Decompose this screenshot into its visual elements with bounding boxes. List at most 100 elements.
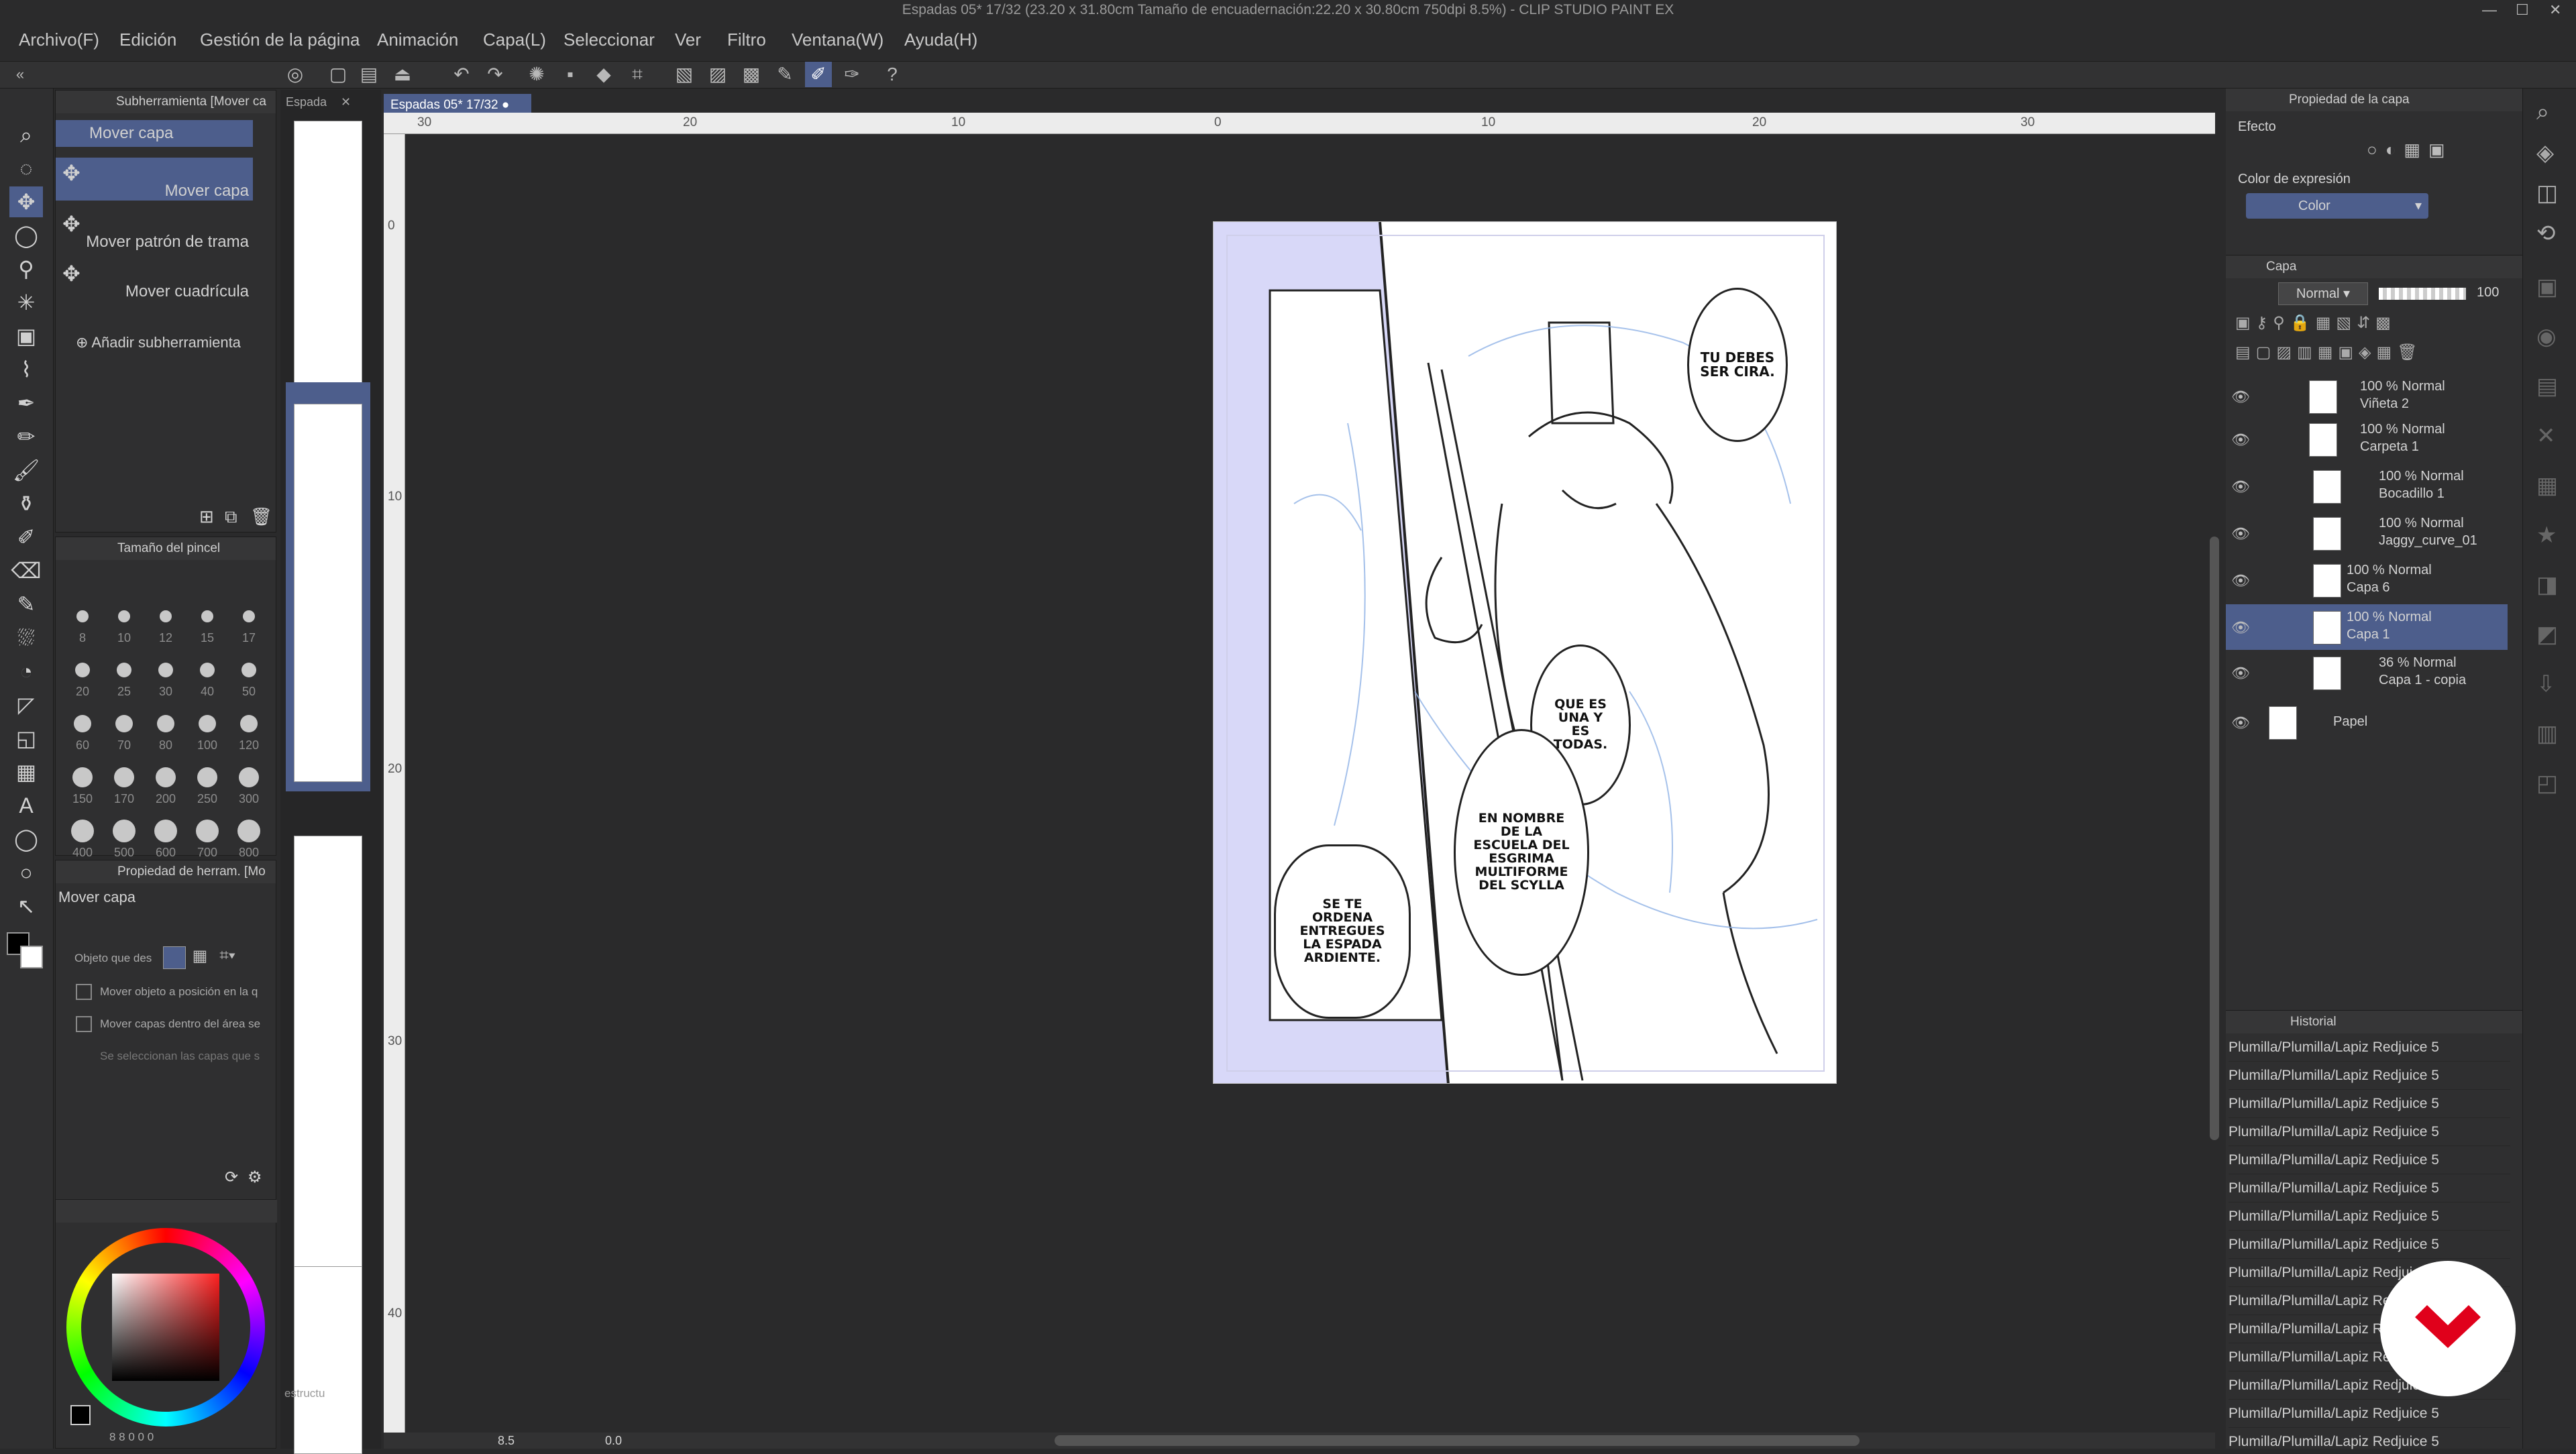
menu-ayuda[interactable]: Ayuda(H) [904,30,977,50]
add-subtool-button[interactable]: ⊕ Añadir subherramienta [56,329,253,356]
ruler-tool-icon[interactable]: ▦ [9,757,43,787]
eye-icon[interactable]: 👁 [2231,525,2250,542]
correct-line-icon[interactable]: ○ [9,857,43,888]
snap-special-icon[interactable]: ✑ [839,62,865,87]
balloon-tool-icon[interactable]: ◯ [9,824,43,854]
brush-size-preset[interactable] [240,715,258,732]
eye-icon[interactable]: 👁 [2231,572,2250,589]
new-file-icon[interactable]: ▢ [325,62,352,87]
panel-icon[interactable]: ✕ [2536,423,2556,449]
panel-icon[interactable]: ▥ [2536,720,2558,747]
speech-balloon-3[interactable]: EN NOMBRE DE LA ESCUELA DEL ESGRIMA MULT… [1454,729,1589,976]
pencil-tool-icon[interactable]: ✏ [9,421,43,452]
history-item[interactable]: Plumilla/Plumilla/Lapiz Redjuice 5 [2229,1033,2510,1062]
brush-size-preset[interactable] [114,767,134,787]
brush-size-preset[interactable] [160,610,172,622]
current-color-swatch[interactable] [70,1405,91,1425]
eye-icon[interactable]: 👁 [2231,388,2250,405]
brush-size-preset[interactable] [72,767,93,787]
layer-row[interactable]: 👁 100 % Normal Capa 1 [2226,604,2508,650]
zoom-tool-icon[interactable]: ⌕ [9,119,43,150]
brush-size-preset[interactable] [196,820,219,842]
collapse-icon[interactable]: « [7,62,34,87]
menu-seleccionar[interactable]: Seleccionar [564,30,655,50]
opacity-value[interactable]: 100 [2477,285,2499,300]
history-item[interactable]: Plumilla/Plumilla/Lapiz Redjuice 5 [2229,1203,2510,1231]
menu-ventana[interactable]: Ventana(W) [792,30,883,50]
zoom-value[interactable]: 8.5 [498,1434,515,1448]
menu-archivo[interactable]: Archivo(F) [19,30,99,50]
layer-row[interactable]: 👁 100 % Normal Viñeta 2 [2226,374,2508,419]
brush-size-preset[interactable] [75,663,90,677]
panel-icon[interactable]: ◩ [2536,621,2558,648]
opacity-slider[interactable] [2379,288,2466,300]
layer-row[interactable]: 👁 100 % Normal Capa 6 [2226,557,2508,603]
menu-capa[interactable]: Capa(L) [483,30,546,50]
eye-icon[interactable]: 👁 [2231,714,2250,731]
select-tool-icon[interactable]: ◯ [9,220,43,251]
object-mode-layer[interactable] [163,946,186,969]
invert-icon[interactable]: ▩ [738,62,765,87]
brush-size-preset[interactable] [197,767,217,787]
airbrush-icon[interactable]: ⚱ [9,488,43,519]
brush-size-preset[interactable] [243,610,255,622]
brush-size-preset[interactable] [201,610,213,622]
panel-icon[interactable]: ◉ [2536,323,2557,350]
gradient-icon[interactable]: ◔ [9,656,43,687]
magic-wand-icon[interactable]: ✳ [9,287,43,318]
lasso-tool-icon[interactable]: ◌ [9,153,43,184]
auto-select-icon[interactable]: ⚲ [9,254,43,284]
menu-animacion[interactable]: Animación [377,30,458,50]
redo-icon[interactable]: ↷ [482,62,508,87]
layer-row[interactable]: 👁 100 % Normal Bocadillo 1 [2226,463,2508,509]
option1-checkbox[interactable] [76,984,92,1000]
manga-page[interactable]: TU DEBES SER CIRA. QUE ES UNA Y ES TODAS… [1213,221,1837,1084]
brush-size-preset[interactable] [115,715,133,732]
pen-tool-icon[interactable]: ✒ [9,388,43,418]
subtool-item-move-tone[interactable]: ✥ Mover patrón de trama [56,209,253,251]
brush-size-preset[interactable] [241,663,256,677]
menu-filtro[interactable]: Filtro [727,30,766,50]
history-item[interactable]: Plumilla/Plumilla/Lapiz Redjuice 5 [2229,1428,2510,1449]
eye-icon[interactable]: 👁 [2231,665,2250,681]
panel-toggle-icon[interactable]: ⌕ [2536,99,2549,125]
history-icon[interactable]: ⟲ [2536,220,2556,247]
fill-icon[interactable]: ◆ [590,62,617,87]
operation-icon[interactable]: ▣ [9,321,43,351]
brush-size-preset[interactable] [154,820,177,842]
new-subtool-icon[interactable]: ⊞ [199,506,214,527]
fill-tool-icon[interactable]: ⛆ [9,622,43,653]
crop-icon[interactable]: ▨ [704,62,731,87]
pen-icon[interactable]: ✎ [771,62,798,87]
settings-wrench-icon[interactable]: ⚙ [248,1168,262,1187]
layer-row[interactable]: 👁 100 % Normal Carpeta 1 [2226,416,2508,462]
layer-row[interactable]: 👁 36 % Normal Capa 1 - copia [2226,650,2508,695]
open-file-icon[interactable]: ▤ [356,62,382,87]
angle-value[interactable]: 0.0 [605,1434,622,1448]
brush-size-preset[interactable] [156,767,176,787]
brush-size-preset[interactable] [237,820,260,842]
history-item[interactable]: Plumilla/Plumilla/Lapiz Redjuice 5 [2229,1062,2510,1090]
panel-icon[interactable]: ▤ [2536,373,2558,400]
loading-icon[interactable]: ✺ [523,62,550,87]
text-tool-icon[interactable]: A [9,790,43,821]
brush-size-preset[interactable] [158,663,173,677]
layer-row[interactable]: 👁 100 % Normal Jaggy_curve_01 [2226,510,2508,556]
object-mode-grid[interactable]: ⌗▾ [214,946,241,969]
layers-icon[interactable]: ◫ [2536,180,2558,207]
brush-tool-icon[interactable]: 🖌 [9,455,43,486]
subtool-item-move-layer-top[interactable]: Mover capa [56,120,253,147]
eraser-icon[interactable]: ⌫ [9,555,43,586]
history-item[interactable]: Plumilla/Plumilla/Lapiz Redjuice 5 [2229,1090,2510,1118]
panel-icon[interactable]: ◨ [2536,571,2558,598]
expression-color-dropdown[interactable]: Color ▾ [2246,193,2428,219]
layer-toolbar-row2[interactable]: ▤▢▨▥▦▣◈▦🗑 [2235,343,2510,366]
snap-ruler-icon[interactable]: ✐ [805,62,832,87]
subtool-item-move-grid[interactable]: ✥ Mover cuadrícula [56,258,253,301]
history-item[interactable]: Plumilla/Plumilla/Lapiz Redjuice 5 [2229,1231,2510,1259]
brush-size-preset[interactable] [157,715,174,732]
brush-size-preset[interactable] [200,663,215,677]
eyedropper-icon[interactable]: ⌇ [9,354,43,385]
brush-size-preset[interactable] [113,820,136,842]
subtool-item-move-layer[interactable]: ✥ Mover capa [56,158,253,201]
